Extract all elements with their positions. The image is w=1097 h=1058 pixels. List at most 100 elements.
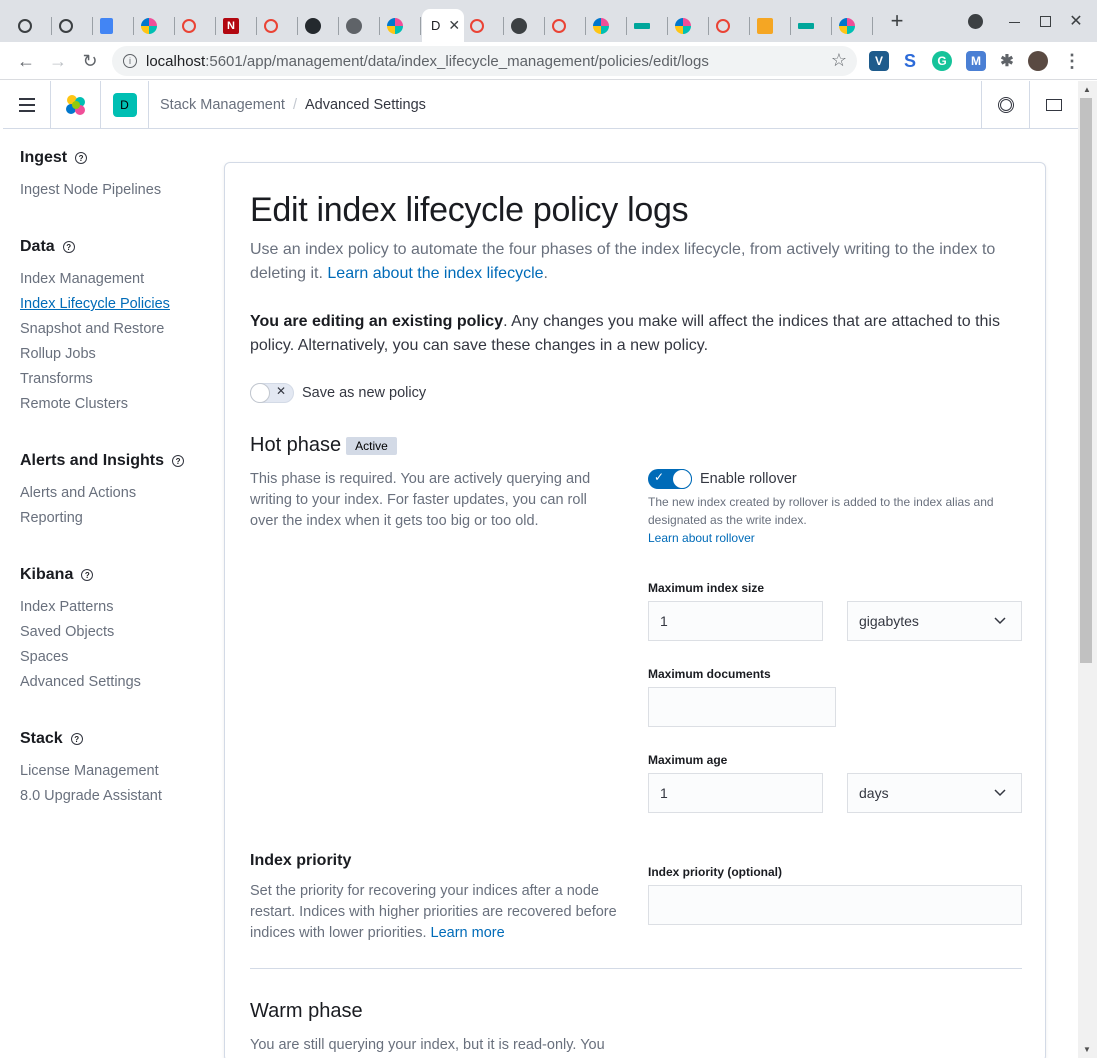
browser-tab[interactable]: [710, 9, 750, 42]
browser-tab[interactable]: N: [217, 9, 257, 42]
maximize-icon[interactable]: [1032, 10, 1058, 32]
nav-item-snapshot-and-restore[interactable]: Snapshot and Restore: [20, 321, 164, 337]
browser-tab[interactable]: [340, 9, 380, 42]
section-divider: [250, 968, 1022, 969]
bookmark-star-icon[interactable]: ☆: [831, 50, 847, 71]
kibana-logo-button[interactable]: [51, 80, 101, 129]
nav-item-license-management[interactable]: License Management: [20, 763, 159, 779]
scrollbar-thumb[interactable]: [1080, 98, 1092, 663]
save-as-new-switch[interactable]: ✕: [250, 383, 294, 403]
browser-tab[interactable]: [751, 9, 791, 42]
kibana-header: D Stack Management / Advanced Settings: [3, 80, 1078, 129]
grammarly-icon[interactable]: G: [932, 51, 952, 71]
nav-item-ingest-node-pipelines[interactable]: Ingest Node Pipelines: [20, 182, 161, 198]
newsfeed-button[interactable]: [1030, 81, 1078, 129]
new-tab-button[interactable]: +: [884, 8, 910, 33]
nav-item-index-management[interactable]: Index Management: [20, 271, 144, 287]
browser-tab[interactable]: [12, 9, 52, 42]
browser-tab[interactable]: [176, 9, 216, 42]
browser-tab[interactable]: [628, 9, 668, 42]
menu-toggle-button[interactable]: [3, 80, 51, 129]
nav-item-rollup-jobs[interactable]: Rollup Jobs: [20, 346, 96, 362]
browser-tab-active[interactable]: D ✕: [422, 9, 464, 42]
max-age-unit-select[interactable]: days: [847, 773, 1022, 813]
elastic-logo-icon: [65, 94, 85, 115]
extension-s-icon[interactable]: S: [900, 51, 920, 71]
elastic-icon: [387, 17, 403, 34]
browser-tab[interactable]: [94, 9, 134, 42]
nav-item-saved-objects[interactable]: Saved Objects: [20, 624, 114, 640]
index-priority-input[interactable]: [648, 885, 1022, 925]
browser-tab[interactable]: [135, 9, 175, 42]
browser-tab[interactable]: [464, 9, 504, 42]
extension-m-icon[interactable]: M: [966, 51, 986, 71]
browser-tab[interactable]: [299, 9, 339, 42]
help-icon[interactable]: ?: [62, 241, 75, 253]
nav-item-remote-clusters[interactable]: Remote Clusters: [20, 396, 128, 412]
learn-lifecycle-link[interactable]: Learn about the index lifecycle: [327, 265, 543, 282]
learn-more-link[interactable]: Learn more: [431, 925, 505, 941]
scroll-down-icon[interactable]: ▼: [1083, 1045, 1091, 1054]
browser-tab[interactable]: [258, 9, 298, 42]
page-intro: Use an index policy to automate the four…: [250, 241, 996, 282]
page-scrollbar[interactable]: ▲ ▼: [1078, 81, 1097, 1058]
browser-tab[interactable]: [381, 9, 421, 42]
info-icon[interactable]: i: [123, 54, 137, 68]
google-icon: [470, 18, 484, 33]
browser-tab[interactable]: [587, 9, 627, 42]
browser-tab[interactable]: [833, 9, 873, 42]
help-icon[interactable]: ?: [75, 152, 88, 164]
app-icon: [757, 17, 773, 34]
space-selector[interactable]: D: [101, 80, 149, 129]
browser-menu-icon[interactable]: ⋮: [1062, 51, 1082, 71]
profile-avatar[interactable]: [1028, 51, 1048, 71]
index-priority-title: Index priority: [250, 852, 352, 869]
cross-icon: ✕: [276, 384, 287, 398]
nav-item-alerts-and-actions[interactable]: Alerts and Actions: [20, 485, 136, 501]
nav-item-spaces[interactable]: Spaces: [20, 649, 68, 665]
space-avatar: D: [112, 92, 137, 117]
extension-icon[interactable]: V: [869, 51, 889, 71]
help-icon[interactable]: ?: [81, 569, 94, 581]
nav-group-alerts-and-insights: Alerts and Insights?: [20, 452, 185, 470]
minimize-icon[interactable]: [1001, 10, 1027, 32]
docker-icon: [511, 17, 527, 34]
browser-tab[interactable]: [669, 9, 709, 42]
browser-tab[interactable]: [505, 9, 545, 42]
enable-rollover-switch[interactable]: ✓: [648, 469, 692, 489]
nav-item-index-lifecycle-policies[interactable]: Index Lifecycle Policies: [20, 296, 170, 312]
extensions-puzzle-icon[interactable]: ✱: [997, 51, 1017, 71]
help-icon[interactable]: ?: [172, 455, 185, 467]
close-window-icon[interactable]: ✕: [1063, 10, 1089, 32]
scroll-up-icon[interactable]: ▲: [1083, 85, 1091, 94]
reload-icon[interactable]: ↻: [78, 49, 102, 73]
index-priority-description: Set the priority for recovering your ind…: [250, 883, 617, 941]
close-tab-icon[interactable]: ✕: [448, 17, 460, 34]
minus-icon: [634, 22, 650, 29]
breadcrumb-separator: /: [292, 96, 297, 113]
nav-item-reporting[interactable]: Reporting: [20, 510, 83, 526]
nav-item-index-patterns[interactable]: Index Patterns: [20, 599, 114, 615]
breadcrumb-stack-management[interactable]: Stack Management: [160, 97, 285, 113]
max-age-input[interactable]: 1: [648, 773, 823, 813]
browser-tab[interactable]: [546, 9, 586, 42]
enable-rollover-label[interactable]: Enable rollover: [700, 471, 797, 487]
help-icon[interactable]: ?: [70, 733, 83, 745]
address-bar[interactable]: i localhost:5601/app/management/data/ind…: [112, 46, 857, 76]
back-icon[interactable]: ←: [14, 49, 38, 73]
max-index-size-unit-value: gigabytes: [859, 613, 919, 629]
max-index-size-unit-select[interactable]: gigabytes: [847, 601, 1022, 641]
forward-icon[interactable]: →: [46, 49, 70, 73]
tab-search-icon[interactable]: [962, 10, 988, 32]
nav-item-advanced-settings[interactable]: Advanced Settings: [20, 674, 141, 690]
nav-item-transforms[interactable]: Transforms: [20, 371, 93, 387]
max-index-size-input[interactable]: 1: [648, 601, 823, 641]
help-button[interactable]: [981, 80, 1030, 129]
browser-tab[interactable]: [792, 9, 832, 42]
nav-group-ingest: Ingest?: [20, 149, 88, 167]
learn-rollover-link[interactable]: Learn about rollover: [648, 531, 755, 545]
browser-tab[interactable]: [53, 9, 93, 42]
nav-item-upgrade-assistant[interactable]: 8.0 Upgrade Assistant: [20, 788, 162, 804]
max-documents-input[interactable]: [648, 687, 836, 727]
save-as-new-label[interactable]: Save as new policy: [302, 385, 426, 401]
